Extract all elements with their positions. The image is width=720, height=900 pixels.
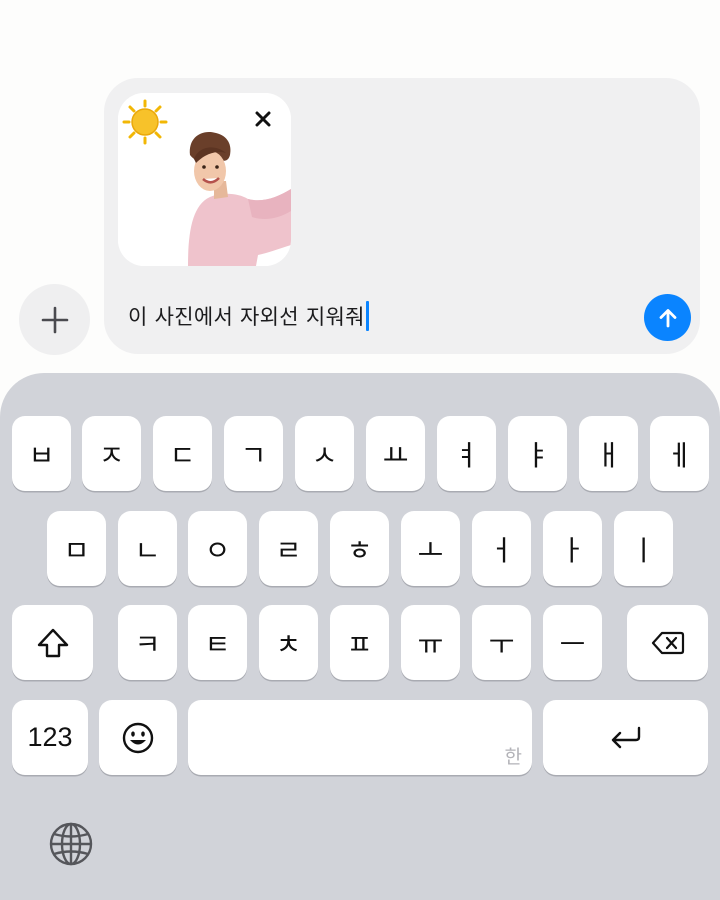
key-label: ㅎ [346, 533, 373, 567]
delete-key[interactable] [627, 605, 708, 680]
key-row3-3[interactable]: ㅊ [259, 605, 318, 680]
key-row3-5[interactable]: ㅠ [401, 605, 460, 680]
key-row2-6[interactable]: ㅗ [401, 511, 460, 586]
key-row3-6[interactable]: ㅜ [472, 605, 531, 680]
message-input[interactable]: 이 사진에서 자외선 지워줘 [128, 298, 369, 334]
emoji-icon [122, 722, 154, 753]
globe-icon [49, 822, 93, 866]
key-row2-4[interactable]: ㄹ [259, 511, 318, 586]
arrow-up-icon [659, 308, 676, 327]
key-label: ㅈ [98, 438, 125, 472]
key-label: ㅣ [630, 533, 657, 567]
key-row2-7[interactable]: ㅓ [472, 511, 531, 586]
space-key-hint: 한 [504, 746, 522, 768]
key-label: ㅅ [311, 438, 338, 472]
key-label: ㅍ [346, 627, 373, 661]
key-row1-6[interactable]: ㅛ [366, 416, 425, 491]
key-label: ㅌ [204, 627, 231, 661]
key-label: ㅡ [559, 627, 586, 661]
message-composer: 이 사진에서 자외선 지워줘 [104, 78, 700, 354]
space-key[interactable]: 한 [188, 700, 532, 775]
key-label: ㄷ [169, 438, 196, 472]
send-button[interactable] [644, 294, 691, 341]
plus-icon [41, 306, 68, 333]
key-row1-2[interactable]: ㅈ [82, 416, 141, 491]
chat-compose-screen: 이 사진에서 자외선 지워줘 ㅂ ㅈ ㄷ ㄱ ㅅ ㅛ ㅕ ㅑ ㅐ ㅔ ㅁ ㄴ ㅇ… [0, 0, 720, 900]
key-row3-7[interactable]: ㅡ [543, 605, 602, 680]
shift-key[interactable] [12, 605, 93, 680]
key-row1-7[interactable]: ㅕ [437, 416, 496, 491]
numbers-key-label: 123 [27, 722, 73, 752]
key-label: ㅋ [134, 627, 161, 661]
key-label: ㅓ [488, 533, 515, 567]
key-row2-1[interactable]: ㅁ [47, 511, 106, 586]
key-label: ㅊ [275, 627, 302, 661]
return-key[interactable] [543, 700, 708, 775]
key-row2-2[interactable]: ㄴ [118, 511, 177, 586]
key-row2-5[interactable]: ㅎ [330, 511, 389, 586]
shift-icon [37, 628, 68, 657]
language-switch-button[interactable] [46, 819, 96, 869]
key-row1-8[interactable]: ㅑ [508, 416, 567, 491]
key-row3-4[interactable]: ㅍ [330, 605, 389, 680]
backspace-icon [651, 631, 684, 654]
key-label: ㅐ [595, 438, 622, 472]
sun-icon [122, 99, 168, 145]
key-label: ㅇ [204, 533, 231, 567]
attached-photo[interactable] [118, 93, 291, 266]
close-icon [255, 111, 271, 127]
key-label: ㅏ [559, 533, 586, 567]
message-text: 이 사진에서 자외선 지워줘 [128, 305, 365, 329]
key-row2-3[interactable]: ㅇ [188, 511, 247, 586]
key-label: ㄴ [134, 533, 161, 567]
key-row1-5[interactable]: ㅅ [295, 416, 354, 491]
text-caret [365, 301, 369, 331]
key-row1-9[interactable]: ㅐ [579, 416, 638, 491]
key-label: ㅁ [63, 533, 90, 567]
korean-keyboard: ㅂ ㅈ ㄷ ㄱ ㅅ ㅛ ㅕ ㅑ ㅐ ㅔ ㅁ ㄴ ㅇ ㄹ ㅎ ㅗ ㅓ ㅏ ㅣ ㅋ … [0, 373, 720, 900]
add-attachment-button[interactable] [19, 284, 90, 355]
key-label: ㅂ [28, 438, 55, 472]
key-row1-10[interactable]: ㅔ [650, 416, 709, 491]
key-label: ㅠ [417, 627, 444, 661]
key-row2-8[interactable]: ㅏ [543, 511, 602, 586]
key-row1-4[interactable]: ㄱ [224, 416, 283, 491]
key-row3-2[interactable]: ㅌ [188, 605, 247, 680]
return-icon [611, 726, 640, 748]
key-label: ㅜ [488, 627, 515, 661]
key-label: ㄱ [240, 438, 267, 472]
key-label: ㄹ [275, 533, 302, 567]
key-label: ㅛ [382, 438, 409, 472]
key-row2-9[interactable]: ㅣ [614, 511, 673, 586]
numbers-key[interactable]: 123 [12, 700, 88, 775]
key-row3-1[interactable]: ㅋ [118, 605, 177, 680]
emoji-key[interactable] [99, 700, 177, 775]
key-label: ㅗ [417, 533, 444, 567]
remove-attachment-button[interactable] [249, 105, 277, 133]
key-label: ㅕ [453, 438, 480, 472]
key-row1-1[interactable]: ㅂ [12, 416, 71, 491]
key-label: ㅔ [666, 438, 693, 472]
key-label: ㅑ [524, 438, 551, 472]
key-row1-3[interactable]: ㄷ [153, 416, 212, 491]
